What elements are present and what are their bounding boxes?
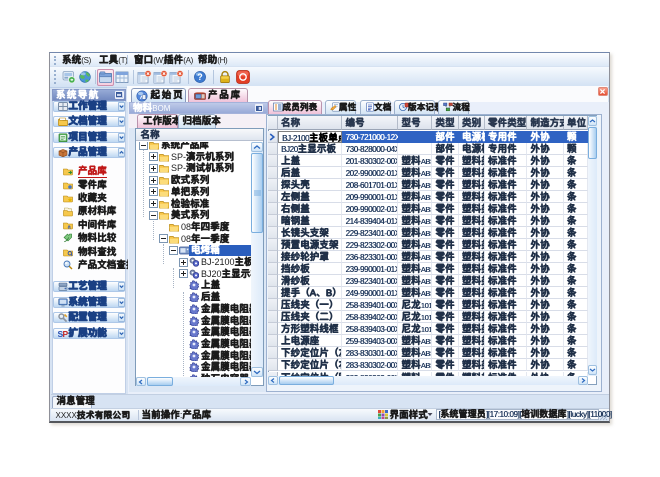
svg-text:?: ?	[197, 72, 203, 82]
svg-text:P: P	[62, 329, 68, 338]
